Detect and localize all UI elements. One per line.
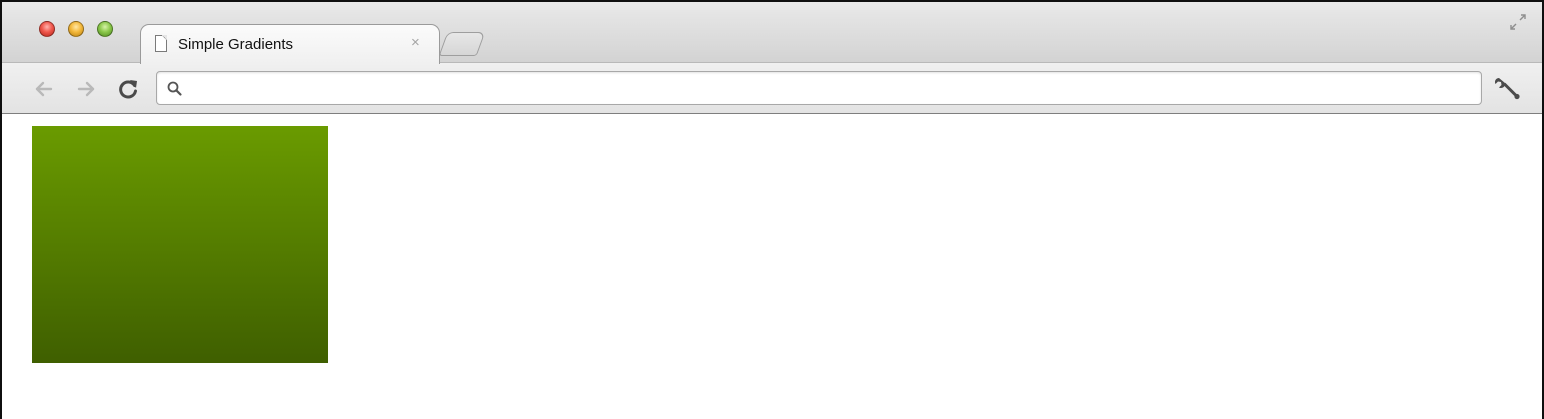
window-zoom-button[interactable]	[97, 21, 113, 37]
forward-button[interactable]	[74, 77, 98, 101]
browser-toolbar	[2, 62, 1542, 114]
reload-button[interactable]	[116, 77, 140, 101]
tab-strip: Simple Gradients ×	[2, 2, 1542, 64]
wrench-icon[interactable]	[1493, 76, 1521, 102]
tab-simple-gradients[interactable]: Simple Gradients ×	[140, 24, 440, 64]
address-input[interactable]	[191, 76, 1471, 100]
address-bar[interactable]	[156, 71, 1482, 105]
fullscreen-icon[interactable]	[1508, 12, 1528, 32]
search-icon	[167, 81, 182, 96]
new-tab-button[interactable]	[438, 32, 486, 56]
document-icon	[155, 35, 167, 52]
tab-title: Simple Gradients	[178, 36, 294, 53]
window-close-button[interactable]	[39, 21, 55, 37]
page-viewport	[2, 114, 1542, 419]
window-minimize-button[interactable]	[68, 21, 84, 37]
back-button[interactable]	[32, 77, 56, 101]
browser-window: Simple Gradients ×	[0, 0, 1544, 419]
gradient-box	[32, 126, 328, 363]
tab-close-icon[interactable]: ×	[411, 34, 420, 52]
